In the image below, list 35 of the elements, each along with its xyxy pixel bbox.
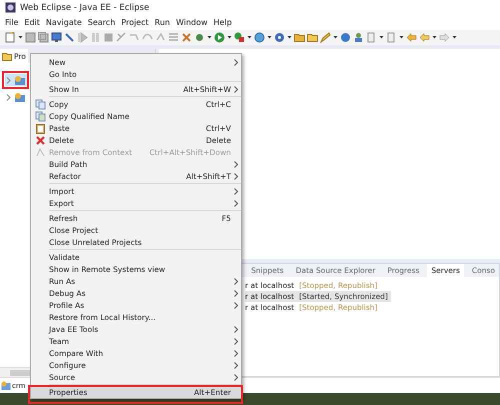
folder-icon[interactable]	[294, 32, 305, 43]
back-arrow-icon[interactable]	[419, 32, 430, 43]
expand-chevron-icon[interactable]	[6, 94, 11, 100]
menu-item[interactable]: Help	[214, 18, 232, 27]
project-icon	[14, 92, 26, 102]
person-icon[interactable]	[353, 32, 364, 43]
folder-icon	[2, 52, 12, 60]
menu-item[interactable]: File	[5, 18, 18, 27]
stop-icon[interactable]	[103, 32, 114, 43]
tree-item[interactable]	[5, 91, 27, 103]
run-icon[interactable]	[214, 32, 225, 43]
expand-chevron-icon[interactable]	[6, 76, 11, 84]
menu-item[interactable]: Edit	[24, 18, 40, 27]
project-icon	[14, 74, 26, 86]
pencil-icon[interactable]	[320, 32, 331, 43]
clipboard-icon	[34, 122, 46, 134]
new-file-icon[interactable]	[5, 32, 16, 43]
folder-icon[interactable]	[307, 32, 318, 43]
menu-item[interactable]: Project	[121, 18, 149, 27]
copy-icon	[34, 98, 46, 110]
monitor-icon[interactable]	[51, 32, 62, 43]
delete-icon	[34, 134, 46, 146]
project-icon	[1, 380, 11, 390]
window-title: Web Eclipse - Java EE - Eclipse	[20, 2, 150, 12]
resume-icon[interactable]	[77, 32, 88, 43]
list-icon[interactable]	[168, 32, 179, 43]
highlight-frame	[2, 71, 29, 89]
menu-item[interactable]: Navigate	[46, 18, 82, 27]
menu-item[interactable]: Window	[176, 18, 208, 27]
menu-item[interactable]: Run	[154, 18, 170, 27]
menu-item[interactable]: Search	[88, 18, 116, 27]
copy-icon	[34, 110, 46, 122]
tree-item[interactable]	[5, 74, 27, 86]
eclipse-logo-icon	[5, 2, 16, 13]
back-arrow-icon[interactable]	[406, 32, 417, 43]
